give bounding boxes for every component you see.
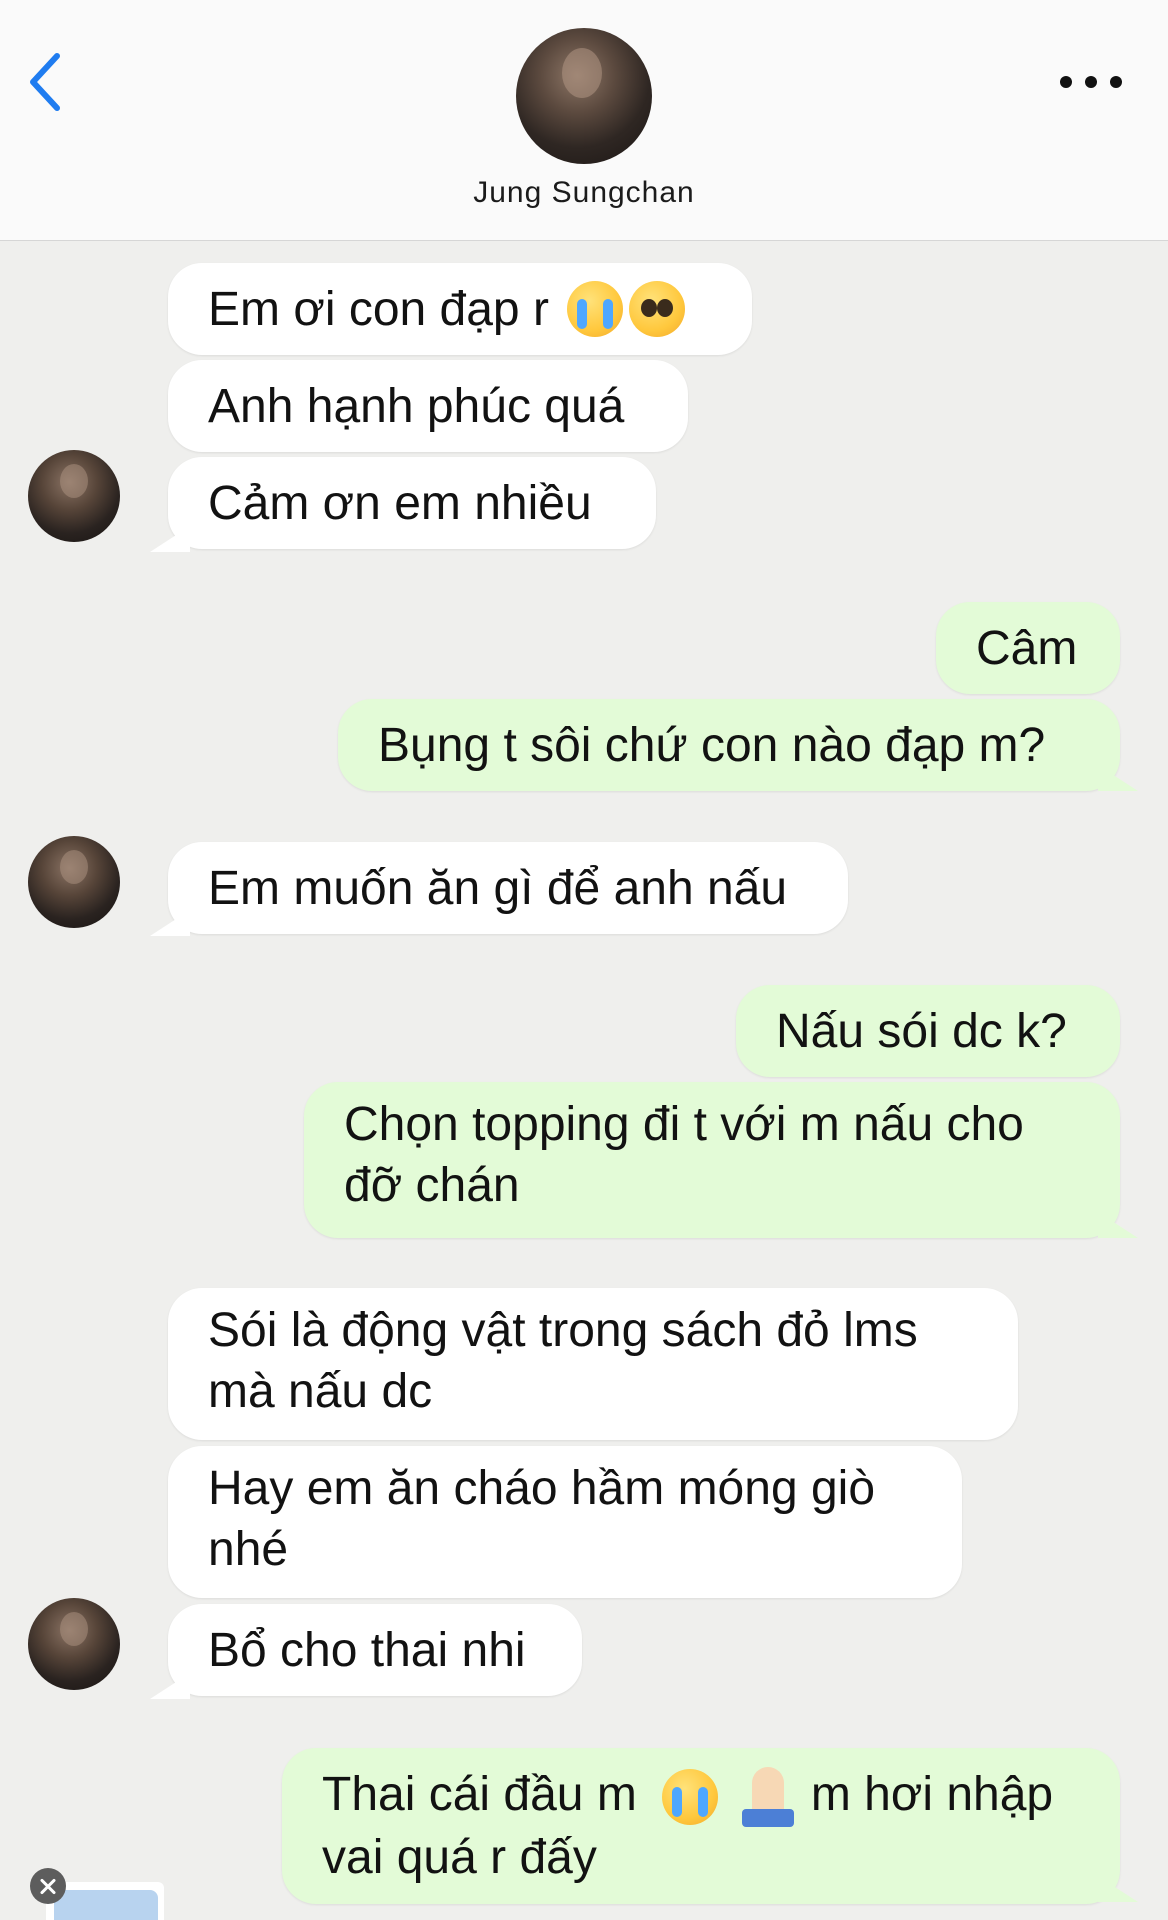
pleading-face-icon bbox=[628, 281, 685, 337]
contact-name[interactable]: Jung Sungchan bbox=[0, 176, 1168, 210]
message-text: Chọn topping đi t với m nấu cho đỡ chán bbox=[344, 1098, 1024, 1212]
chat-header: Jung Sungchan bbox=[0, 0, 1168, 241]
message-bubble-incoming[interactable]: Em muốn ăn gì để anh nấu bbox=[168, 842, 848, 934]
message-bubble-outgoing[interactable]: Nấu sói dc k? bbox=[736, 985, 1120, 1077]
back-button[interactable] bbox=[22, 48, 68, 116]
more-dot bbox=[1085, 76, 1097, 88]
message-text: Nấu sói dc k? bbox=[776, 1004, 1067, 1058]
message-text: Em ơi con đạp r bbox=[208, 282, 549, 336]
message-text: Bổ cho thai nhi bbox=[208, 1623, 526, 1677]
message-bubble-outgoing[interactable]: Câm bbox=[936, 602, 1120, 694]
message-bubble-incoming[interactable]: Anh hạnh phúc quá bbox=[168, 360, 688, 452]
bubble-tail bbox=[1098, 1212, 1138, 1238]
message-text: Anh hạnh phúc quá bbox=[208, 379, 625, 433]
bubble-tail bbox=[1098, 765, 1138, 791]
message-bubble-outgoing[interactable]: Bụng t sôi chứ con nào đạp m? bbox=[338, 699, 1120, 791]
message-bubble-incoming[interactable]: Bổ cho thai nhi bbox=[168, 1604, 582, 1696]
message-bubble-outgoing[interactable]: Chọn topping đi t với m nấu cho đỡ chán bbox=[304, 1082, 1120, 1238]
message-text: Sói là động vật trong sách đỏ lms mà nấu… bbox=[208, 1304, 918, 1418]
message-text: Hay em ăn cháo hầm móng giò nhé bbox=[208, 1462, 876, 1576]
folded-hands-icon bbox=[738, 1767, 798, 1828]
contact-avatar-small[interactable] bbox=[28, 450, 120, 542]
more-options-button[interactable] bbox=[1060, 64, 1122, 100]
message-bubble-incoming[interactable]: Em ơi con đạp r bbox=[168, 263, 752, 355]
message-text: Bụng t sôi chứ con nào đạp m? bbox=[378, 718, 1046, 772]
message-bubble-incoming[interactable]: Sói là động vật trong sách đỏ lms mà nấu… bbox=[168, 1288, 1018, 1440]
bubble-tail bbox=[150, 526, 190, 552]
message-text: Em muốn ăn gì để anh nấu bbox=[208, 861, 788, 915]
contact-avatar[interactable] bbox=[516, 28, 652, 164]
contact-avatar-small[interactable] bbox=[28, 1598, 120, 1690]
chevron-left-icon bbox=[30, 53, 60, 111]
bubble-tail bbox=[150, 1673, 190, 1699]
message-text: Cảm ơn em nhiều bbox=[208, 476, 592, 530]
contact-avatar-small[interactable] bbox=[28, 836, 120, 928]
message-bubble-incoming[interactable]: Hay em ăn cháo hầm móng giò nhé bbox=[168, 1446, 962, 1598]
more-dot bbox=[1110, 76, 1122, 88]
more-dots-icon bbox=[1060, 76, 1072, 88]
loudly-crying-face-icon bbox=[566, 281, 623, 337]
loudly-crying-face-icon bbox=[662, 1769, 719, 1826]
close-icon[interactable] bbox=[30, 1868, 66, 1904]
message-bubble-incoming[interactable]: Cảm ơn em nhiều bbox=[168, 457, 656, 549]
message-bubble-outgoing[interactable]: Thai cái đầu m m hơi nhập vai quá r đấy bbox=[282, 1748, 1120, 1904]
message-text: Câm bbox=[976, 621, 1078, 675]
message-text: Thai cái đầu m bbox=[322, 1768, 637, 1821]
